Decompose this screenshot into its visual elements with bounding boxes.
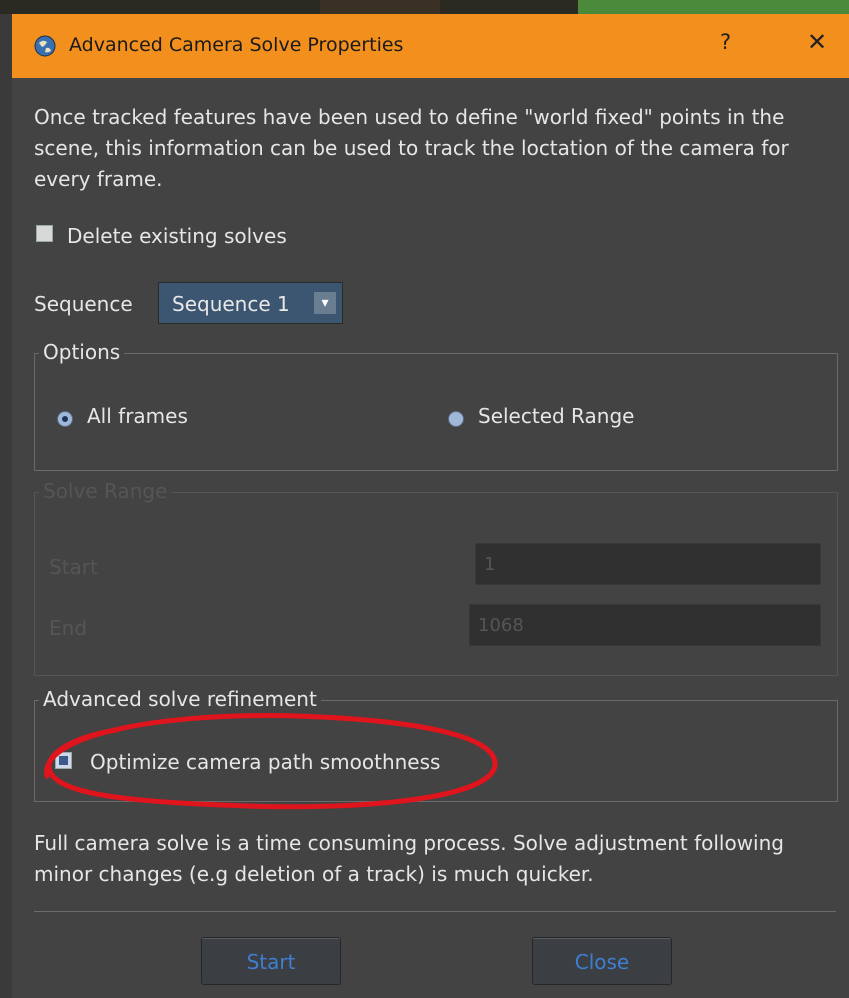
end-value: 1068	[478, 615, 524, 636]
start-field[interactable]: 1	[475, 543, 821, 585]
selected-range-label[interactable]: Selected Range	[478, 404, 634, 428]
title-bar[interactable]: Advanced Camera Solve Properties ? ✕	[12, 14, 849, 78]
start-button-label: Start	[246, 950, 296, 974]
sequence-label: Sequence	[34, 292, 133, 316]
end-field[interactable]: 1068	[469, 604, 821, 646]
help-button[interactable]: ?	[720, 30, 731, 54]
app-globe-icon	[34, 35, 56, 57]
chevron-down-icon[interactable]: ▾	[314, 292, 336, 314]
start-button[interactable]: Start	[201, 937, 341, 985]
start-value: 1	[484, 554, 496, 575]
delete-solves-label[interactable]: Delete existing solves	[67, 224, 287, 248]
close-button-label: Close	[574, 950, 630, 974]
all-frames-label[interactable]: All frames	[87, 404, 188, 428]
footer-text: Full camera solve is a time consuming pr…	[34, 831, 784, 886]
description-text: Once tracked features have been used to …	[34, 105, 789, 191]
selected-range-radio[interactable]	[448, 411, 464, 427]
options-group: Options All frames Selected Range	[34, 340, 838, 471]
camera-solve-dialog: Advanced Camera Solve Properties ? ✕ Onc…	[12, 14, 849, 998]
solve-range-legend: Solve Range	[39, 479, 172, 503]
start-label: Start	[49, 555, 98, 579]
background-strip	[0, 0, 849, 14]
dialog-title: Advanced Camera Solve Properties	[69, 34, 404, 56]
close-icon[interactable]: ✕	[807, 28, 827, 56]
delete-solves-checkbox[interactable]	[36, 225, 53, 242]
sequence-select[interactable]: Sequence 1 ▾	[158, 282, 343, 324]
solve-range-group: Solve Range Start 1 End 1068	[34, 479, 838, 676]
end-label: End	[49, 616, 88, 640]
footer-divider	[34, 911, 836, 912]
sequence-value: Sequence 1	[172, 292, 290, 316]
all-frames-radio[interactable]	[57, 411, 73, 427]
red-highlight-annotation	[44, 713, 498, 810]
close-button[interactable]: Close	[532, 937, 672, 985]
options-legend: Options	[39, 340, 125, 364]
